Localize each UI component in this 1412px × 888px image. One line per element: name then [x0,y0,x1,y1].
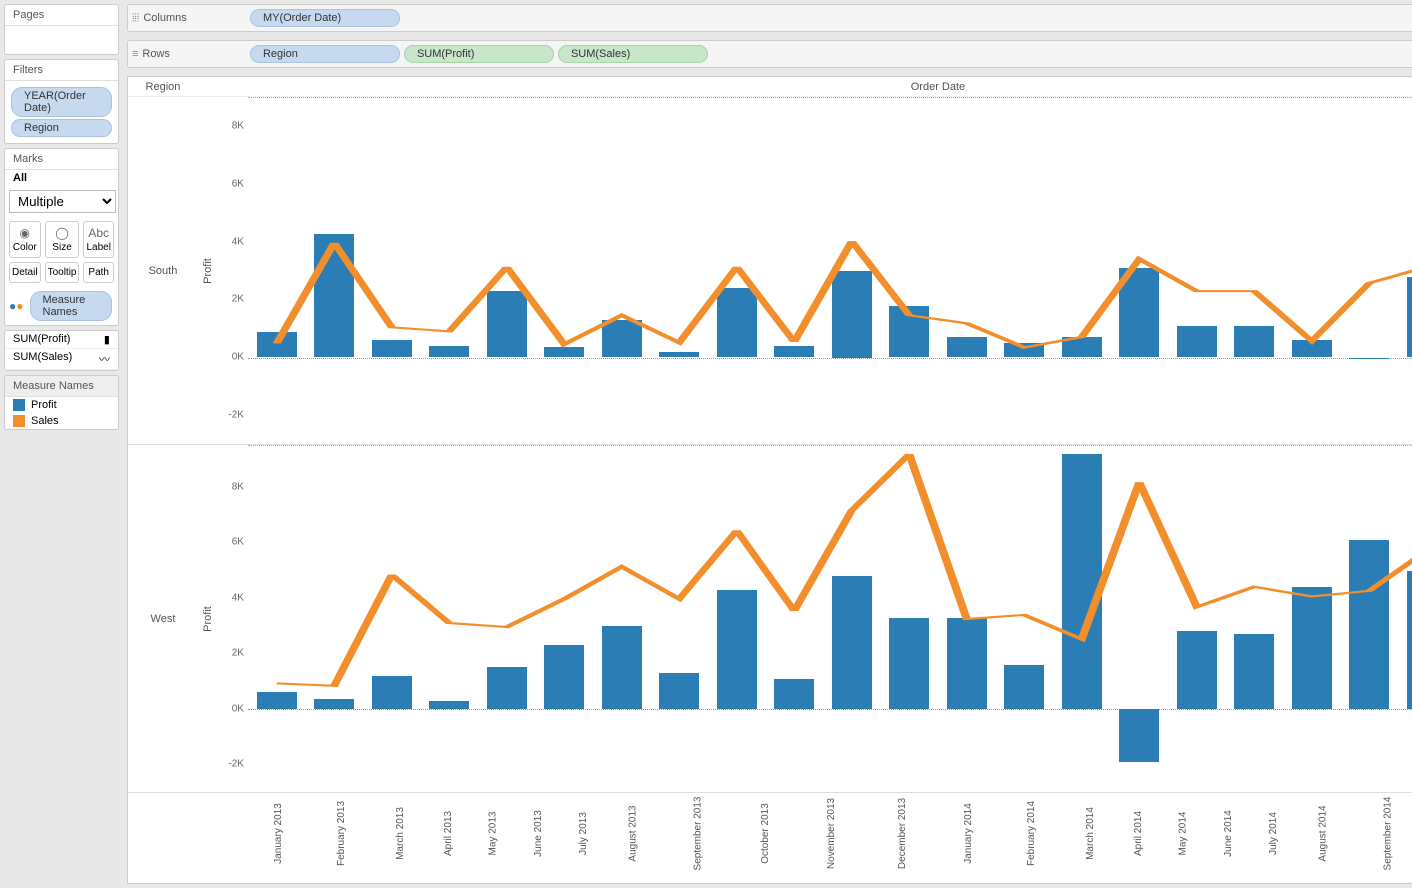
rows-icon: ≡ [132,48,138,60]
x-tick: January 2014 [938,793,999,883]
label-icon: Abc [86,226,110,240]
x-tick: December 2013 [867,793,938,883]
columns-icon: ⦙⦙⦙ [132,12,139,25]
y-ticks: -2K0K2K4K6K8K [218,445,248,792]
x-tick: July 2014 [1252,793,1295,883]
x-tick: November 2013 [796,793,867,883]
color-button[interactable]: ◉Color [9,221,41,258]
legend-header: Measure Names [5,376,118,397]
filter-pill[interactable]: YEAR(Order Date) [11,87,112,117]
legend-swatch [13,399,25,411]
region-label: West [128,445,198,792]
plot[interactable] [248,445,1412,792]
main: ⦙⦙⦙Columns MY(Order Date) ≡Rows RegionSU… [123,0,1412,888]
shelf-pill[interactable]: Region [250,45,400,63]
viz-area: Region Order Date South Profit -2K0K2K4K… [127,76,1412,884]
line-icon: 〰 [99,351,110,367]
x-tick: March 2014 [1064,793,1117,883]
filter-pill[interactable]: Region [11,119,112,137]
region-header: Region [128,77,198,96]
legend-item[interactable]: Sales [5,413,118,429]
x-tick: May 2013 [471,793,515,883]
x-tick: October 2013 [735,793,796,883]
color-dots-icon: ●● [9,299,24,313]
sums-panel: SUM(Profit)▮ SUM(Sales)〰 [4,330,119,371]
sum-profit[interactable]: SUM(Profit)▮ [5,331,118,349]
chart-row: West Profit -2K0K2K4K6K8K 0K10K20K30K Sa… [128,445,1412,793]
shelf-pill[interactable]: SUM(Sales) [558,45,708,63]
x-tick: April 2013 [426,793,471,883]
marks-panel: Marks All Multiple ◉Color ◯Size AbcLabel… [4,148,119,326]
sidebar: Pages Filters YEAR(Order Date) Region Mar… [0,0,123,888]
x-tick: August 2014 [1295,793,1351,883]
path-button[interactable]: Path [83,262,113,283]
size-icon: ◯ [48,226,77,240]
legend-item[interactable]: Profit [5,397,118,413]
x-tick: April 2014 [1116,793,1161,883]
legend-panel: Measure Names ProfitSales [4,375,119,430]
tooltip-button[interactable]: Tooltip [45,262,80,283]
region-label: South [128,97,198,444]
plot[interactable] [248,97,1412,444]
sum-sales[interactable]: SUM(Sales)〰 [5,349,118,370]
detail-button[interactable]: Detail [9,262,41,283]
label-button[interactable]: AbcLabel [83,221,113,258]
y-axis-label: Profit [202,606,214,632]
x-tick: September 2013 [661,793,735,883]
filters-header: Filters [5,60,118,81]
x-tick: February 2013 [309,793,374,883]
x-tick: July 2013 [562,793,605,883]
x-tick: January 2013 [248,793,309,883]
marks-all[interactable]: All [5,170,118,186]
x-tick: May 2014 [1161,793,1205,883]
x-tick: August 2013 [605,793,661,883]
filters-panel: Filters YEAR(Order Date) Region [4,59,119,144]
pages-panel: Pages [4,4,119,55]
y-ticks: -2K0K2K4K6K8K [218,97,248,444]
measure-names-pill[interactable]: Measure Names [30,291,112,321]
columns-shelf[interactable]: ⦙⦙⦙Columns MY(Order Date) [127,4,1412,32]
line-chart [248,446,1412,792]
color-icon: ◉ [12,226,38,240]
shelf-pill[interactable]: MY(Order Date) [250,9,400,27]
x-tick: March 2013 [374,793,427,883]
marks-header: Marks [5,149,118,170]
viz-title: Order Date [248,77,1412,96]
legend-swatch [13,415,25,427]
x-tick: June 2013 [515,793,562,883]
rows-shelf[interactable]: ≡Rows RegionSUM(Profit)SUM(Sales) [127,40,1412,68]
pages-header: Pages [5,5,118,26]
x-tick: September 2014 [1351,793,1412,883]
chart-row: South Profit -2K0K2K4K6K8K 0K10K20K30K S… [128,97,1412,445]
marks-type-select[interactable]: Multiple [9,190,116,213]
x-tick: February 2014 [999,793,1064,883]
size-button[interactable]: ◯Size [45,221,80,258]
x-tick: June 2014 [1205,793,1252,883]
y-axis-label: Profit [202,258,214,284]
bar-icon: ▮ [104,333,110,346]
line-chart [248,98,1412,444]
shelf-pill[interactable]: SUM(Profit) [404,45,554,63]
